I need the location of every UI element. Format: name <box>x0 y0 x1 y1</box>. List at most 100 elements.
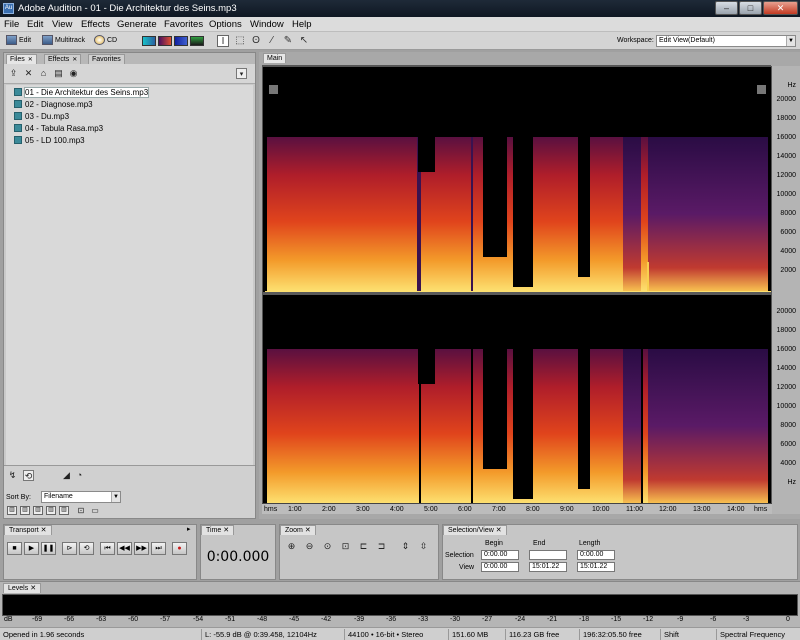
show-cues-icon[interactable]: ▥ <box>59 506 69 515</box>
spectral-frequency-display[interactable] <box>262 66 773 515</box>
close-tab-icon[interactable]: ✕ <box>496 527 502 534</box>
list-item[interactable]: 03 - Du.mp3 <box>14 111 69 122</box>
show-audio-icon[interactable]: ▥ <box>7 506 17 515</box>
multitrack-view-button[interactable]: Multitrack <box>42 34 85 48</box>
menu-file[interactable]: File <box>4 18 19 31</box>
level-tick: -57 <box>160 616 171 623</box>
list-item[interactable]: 05 - LD 100.mp3 <box>14 135 85 146</box>
cd-view-button[interactable]: CD <box>94 34 117 48</box>
import-file-icon[interactable]: ⇪ <box>8 68 19 79</box>
list-item[interactable]: 02 - Diagnose.mp3 <box>14 99 93 110</box>
view-length-field[interactable]: 15:01.22 <box>577 562 615 572</box>
selection-end-field[interactable] <box>529 550 567 560</box>
spectral-pan-view-icon[interactable] <box>174 36 188 46</box>
tab-main[interactable]: Main <box>263 53 287 63</box>
zoom-out-vertical-icon[interactable]: ⇳ <box>416 540 431 553</box>
spot-healing-icon[interactable]: ✎ <box>282 35 294 47</box>
menu-view[interactable]: View <box>52 18 72 31</box>
zoom-to-left-edge-icon[interactable]: ⊏ <box>356 540 371 553</box>
view-end-field[interactable]: 15:01.22 <box>529 562 567 572</box>
loop-button[interactable]: ⟲ <box>79 542 94 555</box>
tab-favorites[interactable]: Favorites <box>88 54 125 64</box>
close-tab-icon[interactable]: ✕ <box>223 527 229 534</box>
zoom-out-horizontal-icon[interactable]: ⊖ <box>302 540 317 553</box>
tab-zoom[interactable]: Zoom ✕ <box>280 525 316 535</box>
close-tab-icon[interactable]: ✕ <box>30 585 36 592</box>
tab-levels[interactable]: Levels ✕ <box>3 583 42 593</box>
list-item[interactable]: 01 - Die Architektur des Seins.mp3 <box>14 87 150 98</box>
go-to-start-button[interactable]: ⏮ <box>100 542 115 555</box>
tab-selection-view[interactable]: Selection/View ✕ <box>443 525 507 535</box>
rewind-button[interactable]: ◀◀ <box>117 542 132 555</box>
close-file-icon[interactable]: ✕ <box>23 68 34 79</box>
record-button[interactable]: ● <box>172 542 187 555</box>
close-button[interactable]: ✕ <box>763 1 798 15</box>
menu-window[interactable]: Window <box>250 18 284 31</box>
zoom-in-horizontal-icon[interactable]: ⊕ <box>284 540 299 553</box>
effects-paintbrush-icon[interactable]: ⁄ <box>266 35 278 47</box>
close-tab-icon[interactable]: ✕ <box>72 57 77 63</box>
folder-icon[interactable]: ▭ <box>89 506 101 515</box>
menu-effects[interactable]: Effects <box>81 18 110 31</box>
view-begin-field[interactable]: 0:00.00 <box>481 562 519 572</box>
play-file-icon[interactable]: ◉ <box>68 68 79 79</box>
selection-begin-field[interactable]: 0:00.00 <box>481 550 519 560</box>
zoom-out-full-icon[interactable]: ⊙ <box>320 540 335 553</box>
marquee-tool-icon[interactable]: ⬚ <box>234 35 246 47</box>
time-ruler[interactable]: hms 1:00 2:00 3:00 4:00 5:00 6:00 7:00 8… <box>262 503 772 514</box>
tab-transport[interactable]: Transport ✕ <box>4 525 52 535</box>
tab-effects[interactable]: Effects ✕ <box>44 54 82 64</box>
tab-time[interactable]: Time ✕ <box>201 525 235 535</box>
left-channel[interactable] <box>265 137 771 294</box>
selection-length-field[interactable]: 0:00.00 <box>577 550 615 560</box>
zoom-corner-icon[interactable] <box>757 85 766 94</box>
zoom-in-vertical-icon[interactable]: ⇕ <box>398 540 413 553</box>
close-tab-icon[interactable]: ✕ <box>41 527 47 534</box>
edit-file-icon[interactable]: ⌂ <box>38 68 49 79</box>
show-midi-icon[interactable]: ▥ <box>33 506 43 515</box>
close-tab-icon[interactable]: ✕ <box>28 57 33 63</box>
play-to-end-button[interactable]: ⊳ <box>62 542 77 555</box>
zoom-corner-icon[interactable] <box>269 85 278 94</box>
time-selection-tool-icon[interactable]: I <box>217 35 229 47</box>
lasso-tool-icon[interactable]: ʘ <box>250 35 262 47</box>
phase-view-icon[interactable] <box>190 36 204 46</box>
menu-generate[interactable]: Generate <box>117 18 157 31</box>
speed-icon[interactable]: ◔ <box>74 470 85 481</box>
level-tick: -24 <box>515 616 526 623</box>
full-paths-icon[interactable]: ⊡ <box>75 506 87 515</box>
play-button[interactable]: ▶ <box>24 542 39 555</box>
zoom-to-right-edge-icon[interactable]: ⊐ <box>374 540 389 553</box>
waveform-view-icon[interactable] <box>142 36 156 46</box>
go-to-end-button[interactable]: ⏭ <box>151 542 166 555</box>
list-item[interactable]: 04 - Tabula Rasa.mp3 <box>14 123 103 134</box>
panel-options-icon[interactable]: ▸ <box>187 525 197 535</box>
panel-options-icon[interactable]: ▾ <box>236 68 247 79</box>
menu-favorites[interactable]: Favorites <box>164 18 203 31</box>
pause-button[interactable]: ❚❚ <box>41 542 56 555</box>
stop-button[interactable]: ■ <box>7 542 22 555</box>
workspace-select[interactable]: Edit View(Default) ▼ <box>656 35 796 47</box>
edit-view-button[interactable]: Edit <box>6 34 31 48</box>
fast-forward-button[interactable]: ▶▶ <box>134 542 149 555</box>
sort-by-select[interactable]: Filename ▼ <box>41 491 121 503</box>
menu-edit[interactable]: Edit <box>27 18 43 31</box>
zoom-to-selection-icon[interactable]: ⊡ <box>338 540 353 553</box>
menu-help[interactable]: Help <box>292 18 312 31</box>
spectral-frequency-view-icon[interactable] <box>158 36 172 46</box>
auto-play-icon[interactable]: ↯ <box>7 470 18 481</box>
scrub-tool-icon[interactable]: ↖ <box>298 35 310 47</box>
show-video-icon[interactable]: ▥ <box>46 506 56 515</box>
level-tick: -3 <box>743 616 750 623</box>
show-loops-icon[interactable]: ▥ <box>20 506 30 515</box>
close-tab-icon[interactable]: ✕ <box>305 527 311 534</box>
menu-options[interactable]: Options <box>209 18 242 31</box>
maximize-button[interactable]: □ <box>739 1 762 15</box>
spectrogram[interactable] <box>263 67 773 515</box>
minimize-button[interactable]: – <box>715 1 738 15</box>
tab-files[interactable]: Files ✕ <box>6 54 37 64</box>
loop-icon[interactable]: ⟲ <box>23 470 34 481</box>
volume-icon[interactable]: ◢ <box>61 470 72 481</box>
insert-into-multitrack-icon[interactable]: ▤ <box>53 68 64 79</box>
right-channel[interactable] <box>267 349 768 503</box>
